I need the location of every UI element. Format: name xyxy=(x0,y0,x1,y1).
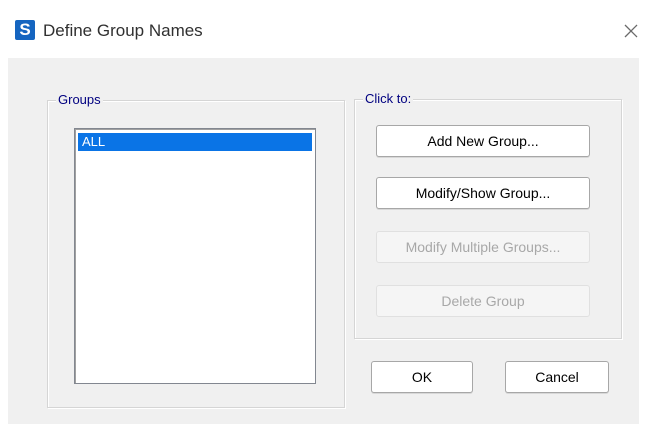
ok-button[interactable]: OK xyxy=(371,361,473,393)
cancel-button[interactable]: Cancel xyxy=(505,361,609,393)
actions-legend: Click to: xyxy=(363,91,414,107)
groups-listbox[interactable]: ALL xyxy=(74,128,316,384)
list-item[interactable]: ALL xyxy=(78,133,312,151)
window-title: Define Group Names xyxy=(43,21,203,40)
define-group-names-dialog: S Define Group Names Groups Click to: AL… xyxy=(0,0,649,437)
close-icon xyxy=(624,24,638,38)
close-button[interactable] xyxy=(616,16,646,46)
app-logo-icon: S xyxy=(15,20,35,40)
delete-group-button[interactable]: Delete Group xyxy=(376,285,590,317)
groups-legend: Groups xyxy=(56,92,103,108)
modify-show-group-button[interactable]: Modify/Show Group... xyxy=(376,177,590,209)
add-new-group-button[interactable]: Add New Group... xyxy=(376,125,590,157)
modify-multiple-groups-button[interactable]: Modify Multiple Groups... xyxy=(376,231,590,263)
